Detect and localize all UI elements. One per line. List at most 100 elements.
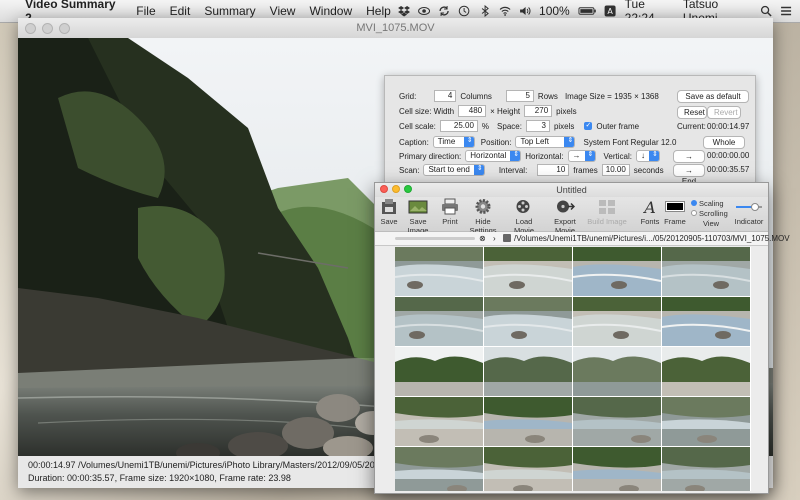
thumbnail-cell[interactable] <box>573 297 661 346</box>
save-icon <box>382 199 396 214</box>
scrolling-label: Scrolling <box>699 208 728 218</box>
menu-view[interactable]: View <box>263 4 303 18</box>
sync-icon[interactable] <box>438 5 450 17</box>
time-machine-icon[interactable] <box>458 5 470 17</box>
thumbnail-cell[interactable] <box>662 447 750 491</box>
fonts-icon: A <box>642 198 656 215</box>
revert-button[interactable]: Revert <box>707 106 741 119</box>
toolbar-frame-button[interactable]: Frame <box>663 198 687 226</box>
zoom-button[interactable] <box>59 23 70 34</box>
thumbnail-cell[interactable] <box>395 447 483 491</box>
primary-direction-select[interactable]: Horizontal <box>465 150 522 162</box>
minimize-button[interactable] <box>42 23 53 34</box>
font-description[interactable]: System Font Regular 12.0 <box>583 138 676 147</box>
toolbar-indicator-label: Indicator <box>734 217 764 226</box>
volume-icon[interactable] <box>519 5 531 17</box>
thumbnail-cell[interactable] <box>484 347 572 396</box>
search-icon[interactable] <box>760 5 772 17</box>
thumbnail-cell[interactable] <box>573 397 661 446</box>
input-flag-icon[interactable]: A <box>604 5 617 17</box>
scan-select[interactable]: Start to end <box>423 164 485 176</box>
toolbar-fonts-button[interactable]: A Fonts <box>639 198 661 226</box>
thumbnail-grid[interactable] <box>395 247 751 491</box>
toolbar-load-movie-button[interactable]: Load Movie <box>505 198 543 235</box>
interval-frames-field[interactable]: 10 <box>537 164 570 176</box>
zoom-button[interactable] <box>404 185 412 193</box>
current-label: Current: <box>677 122 706 131</box>
thumbnail-cell[interactable] <box>662 297 750 346</box>
minimize-button[interactable] <box>392 185 400 193</box>
save-image-icon <box>408 200 428 214</box>
toolbar-print-label: Print <box>442 217 458 226</box>
thumbnail-cell[interactable] <box>573 247 661 296</box>
thumbnail-cell[interactable] <box>484 297 572 346</box>
caption-label: Caption: <box>399 137 429 147</box>
menu-file[interactable]: File <box>129 4 162 18</box>
indicator-slider-group: Indicator <box>733 198 765 226</box>
cell-height-field[interactable]: 270 <box>524 105 553 117</box>
battery-icon[interactable] <box>578 5 597 17</box>
thumbnail-cell[interactable] <box>662 347 750 396</box>
scrolling-radio[interactable] <box>691 210 697 216</box>
menu-window[interactable]: Window <box>302 4 359 18</box>
thumbnail-cell[interactable] <box>662 247 750 296</box>
thumbnail-cell[interactable] <box>573 447 661 491</box>
clear-icon[interactable]: ⊗ <box>479 232 486 245</box>
indicator-slider[interactable] <box>734 198 764 215</box>
reset-button[interactable]: Reset <box>677 106 707 119</box>
svg-text:A: A <box>642 198 656 215</box>
columns-label: Columns <box>460 91 492 101</box>
close-button[interactable] <box>380 185 388 193</box>
scaling-radio[interactable] <box>691 200 697 206</box>
grid-rows-field[interactable]: 5 <box>505 90 534 102</box>
outer-frame-checkbox[interactable]: ✓ <box>584 122 593 130</box>
progress-track <box>395 237 475 240</box>
space-field[interactable]: 3 <box>525 120 550 132</box>
wifi-icon[interactable] <box>499 5 511 17</box>
frames-label: frames <box>573 165 598 175</box>
chevron-right-icon[interactable]: › <box>493 232 496 245</box>
thumbnail-cell[interactable] <box>662 397 750 446</box>
toolbar-hide-settings-button[interactable]: Hide Settings <box>461 198 505 235</box>
video-window-titlebar[interactable]: MVI_1075.MOV <box>18 18 773 39</box>
thumbnail-cell[interactable] <box>484 247 572 296</box>
thumbnail-cell[interactable] <box>573 347 661 396</box>
thumbnail-cell[interactable] <box>395 247 483 296</box>
toolbar-save-button[interactable]: Save <box>379 198 399 226</box>
interval-seconds-field[interactable]: 10.00 <box>601 164 630 176</box>
untitled-titlebar[interactable]: Untitled <box>375 183 768 197</box>
vertical-direction-select[interactable]: ↓ <box>635 150 660 162</box>
thumbnail-cell[interactable] <box>484 397 572 446</box>
save-as-default-button[interactable]: Save as default <box>677 90 749 103</box>
svg-text:A: A <box>608 7 614 16</box>
go-start-button[interactable]: → Start <box>673 150 705 172</box>
whole-button[interactable]: Whole <box>703 136 745 149</box>
cell-width-field[interactable]: 480 <box>458 105 487 117</box>
dropbox-icon[interactable] <box>397 5 410 17</box>
eye-icon[interactable] <box>418 5 431 17</box>
thumbnail-cell[interactable] <box>395 347 483 396</box>
thumbnail-cell[interactable] <box>395 297 483 346</box>
untitled-window-title: Untitled <box>556 185 587 195</box>
toolbar-build-image-button[interactable]: Build Image <box>587 198 627 226</box>
caption-select[interactable]: Time <box>432 136 475 148</box>
menu-summary[interactable]: Summary <box>197 4 262 18</box>
position-label: Position: <box>480 137 512 147</box>
position-select[interactable]: Top Left <box>515 136 576 148</box>
bluetooth-icon[interactable] <box>479 5 491 17</box>
rows-label: Rows <box>537 91 558 101</box>
start-time-value: 00:00:00.00 <box>707 151 750 160</box>
thumbnail-cell[interactable] <box>395 397 483 446</box>
toolbar-print-button[interactable]: Print <box>439 198 461 226</box>
thumbnail-cell[interactable] <box>484 447 572 491</box>
menu-edit[interactable]: Edit <box>163 4 198 18</box>
horizontal-direction-select[interactable]: → <box>567 150 596 162</box>
grid-columns-field[interactable]: 4 <box>434 90 457 102</box>
go-end-button[interactable]: → End <box>673 164 705 186</box>
toolbar-export-movie-button[interactable]: Export Movie <box>544 198 586 235</box>
toolbar-save-image-button[interactable]: Save Image <box>400 198 436 235</box>
list-icon[interactable] <box>780 5 792 17</box>
close-button[interactable] <box>25 23 36 34</box>
cell-scale-field[interactable]: 25.00 <box>439 120 478 132</box>
menu-help[interactable]: Help <box>359 4 398 18</box>
